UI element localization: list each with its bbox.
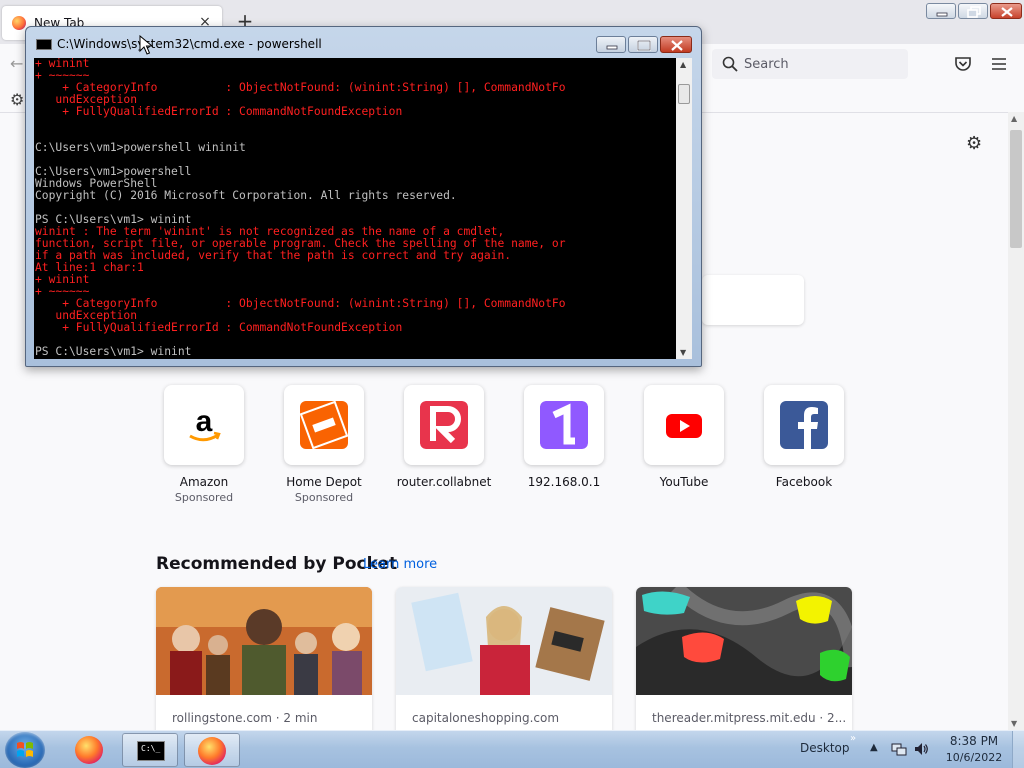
story-card[interactable]: rollingstone.com · 2 min bbox=[156, 587, 372, 737]
amazon-logo-icon: a bbox=[189, 405, 221, 442]
firefox-icon bbox=[75, 736, 103, 764]
console-line: + winint bbox=[35, 58, 90, 70]
clock-date[interactable]: 10/6/2022 bbox=[944, 751, 1004, 764]
tile-name: YouTube bbox=[659, 475, 709, 489]
story-image bbox=[636, 587, 852, 695]
chevron-icon[interactable]: » bbox=[850, 733, 856, 744]
tile-name: Home Depot bbox=[286, 475, 362, 489]
tile-box bbox=[284, 385, 364, 465]
facebook-logo-icon bbox=[780, 401, 828, 449]
tile-box bbox=[404, 385, 484, 465]
search-placeholder: Search bbox=[744, 57, 789, 72]
restore-button[interactable] bbox=[958, 3, 988, 19]
scrollbar-thumb[interactable] bbox=[1010, 130, 1022, 248]
search-card-partial bbox=[702, 275, 804, 325]
minimize-button[interactable] bbox=[926, 3, 956, 19]
taskbar-cmd-button[interactable]: C:\_ bbox=[122, 733, 178, 767]
scroll-down-arrow-icon[interactable]: ▼ bbox=[1011, 719, 1017, 728]
story-source: thereader.mitpress.mit.edu · 2... bbox=[652, 711, 847, 725]
tile-box bbox=[644, 385, 724, 465]
console-line: + FullyQualifiedErrorId : CommandNotFoun… bbox=[35, 321, 403, 334]
show-desktop-button[interactable] bbox=[1012, 731, 1024, 768]
close-button[interactable] bbox=[660, 36, 692, 53]
network-icon[interactable] bbox=[891, 741, 907, 757]
pocket-heading: Recommended by Pocket bbox=[156, 554, 398, 574]
tile-name: Facebook bbox=[775, 475, 833, 489]
top-site-router-collabnet[interactable]: router.collabnet bbox=[394, 385, 494, 515]
close-button[interactable] bbox=[990, 3, 1022, 19]
top-site-192-168-0-1[interactable]: 192.168.0.1 bbox=[514, 385, 614, 515]
tile-box bbox=[764, 385, 844, 465]
tile-sponsored: Sponsored bbox=[174, 491, 234, 504]
top-site-youtube[interactable]: YouTube bbox=[634, 385, 734, 515]
top-site-amazon[interactable]: a Amazon Sponsored bbox=[154, 385, 254, 515]
search-icon bbox=[722, 56, 738, 72]
minimize-button[interactable] bbox=[596, 36, 626, 53]
top-site-facebook[interactable]: Facebook bbox=[754, 385, 854, 515]
console-line: At line:1 char:1 bbox=[35, 261, 144, 274]
settings-gear-icon[interactable]: ⚙ bbox=[966, 133, 986, 154]
cmd-icon: C:\_ bbox=[137, 741, 165, 761]
scroll-up-arrow-icon[interactable]: ▲ bbox=[680, 60, 686, 69]
firefox-icon bbox=[12, 16, 26, 30]
search-box[interactable]: Search bbox=[712, 49, 908, 79]
taskbar-firefox-window-button[interactable] bbox=[184, 733, 240, 767]
volume-icon[interactable] bbox=[913, 741, 929, 757]
story-source: rollingstone.com · 2 min bbox=[172, 711, 318, 725]
mouse-pointer-icon bbox=[139, 35, 153, 55]
clock-time[interactable]: 8:38 PM bbox=[944, 734, 1004, 748]
home-depot-logo-icon bbox=[300, 401, 348, 449]
top-site-home-depot[interactable]: Home Depot Sponsored bbox=[274, 385, 374, 515]
tile-name: Amazon bbox=[179, 475, 229, 489]
tile-box bbox=[524, 385, 604, 465]
scrollbar-thumb[interactable] bbox=[678, 84, 690, 104]
story-image bbox=[156, 587, 372, 695]
story-card[interactable]: thereader.mitpress.mit.edu · 2... bbox=[636, 587, 852, 737]
firefox-icon bbox=[198, 737, 226, 765]
console-output[interactable]: + winint + ~~~~~~ + CategoryInfo : Object… bbox=[34, 58, 676, 359]
show-hidden-icons-icon[interactable]: ▲ bbox=[870, 742, 878, 753]
start-button[interactable] bbox=[5, 732, 45, 768]
scroll-up-arrow-icon[interactable]: ▲ bbox=[1011, 114, 1017, 123]
cmd-window[interactable]: C:\Windows\system32\cmd.exe - powershell… bbox=[25, 26, 702, 367]
console-line: + winint bbox=[35, 273, 90, 286]
window-title: C:\Windows\system32\cmd.exe - powershell bbox=[57, 37, 322, 51]
hamburger-menu-icon[interactable] bbox=[990, 56, 1008, 72]
cmd-app-icon bbox=[36, 39, 52, 50]
story-image bbox=[396, 587, 612, 695]
story-card[interactable]: capitaloneshopping.com bbox=[396, 587, 612, 737]
console-area[interactable]: + winint + ~~~~~~ + CategoryInfo : Object… bbox=[34, 58, 692, 359]
taskbar-firefox-button[interactable] bbox=[62, 733, 118, 767]
scroll-down-arrow-icon[interactable]: ▼ bbox=[680, 348, 686, 357]
number-one-logo-icon bbox=[540, 401, 588, 449]
tile-name: router.collabnet bbox=[396, 475, 492, 489]
learn-more-link[interactable]: Learn more bbox=[363, 557, 437, 572]
maximize-button[interactable] bbox=[628, 36, 658, 53]
desktop-toolbar-label[interactable]: Desktop bbox=[800, 741, 850, 755]
console-scrollbar[interactable]: ▲ ▼ bbox=[676, 58, 692, 359]
router-logo-icon bbox=[420, 401, 468, 449]
tile-name: 192.168.0.1 bbox=[527, 475, 601, 489]
console-line: + FullyQualifiedErrorId : CommandNotFoun… bbox=[35, 105, 403, 118]
taskbar: C:\_ Desktop » ▲ 8:38 PM 10/6/2022 bbox=[0, 730, 1024, 768]
console-line: PS C:\Users\vm1> winint bbox=[35, 345, 192, 358]
pocket-icon[interactable] bbox=[954, 55, 972, 73]
svg-text:a: a bbox=[196, 405, 213, 438]
tile-box: a bbox=[164, 385, 244, 465]
youtube-logo-icon bbox=[666, 414, 702, 438]
tile-sponsored: Sponsored bbox=[294, 491, 354, 504]
story-source: capitaloneshopping.com bbox=[412, 711, 560, 725]
page-scrollbar[interactable]: ▲ ▼ bbox=[1008, 112, 1024, 730]
console-line: Copyright (C) 2016 Microsoft Corporation… bbox=[35, 189, 457, 202]
console-line: C:\Users\vm1>powershell wininit bbox=[35, 141, 246, 154]
